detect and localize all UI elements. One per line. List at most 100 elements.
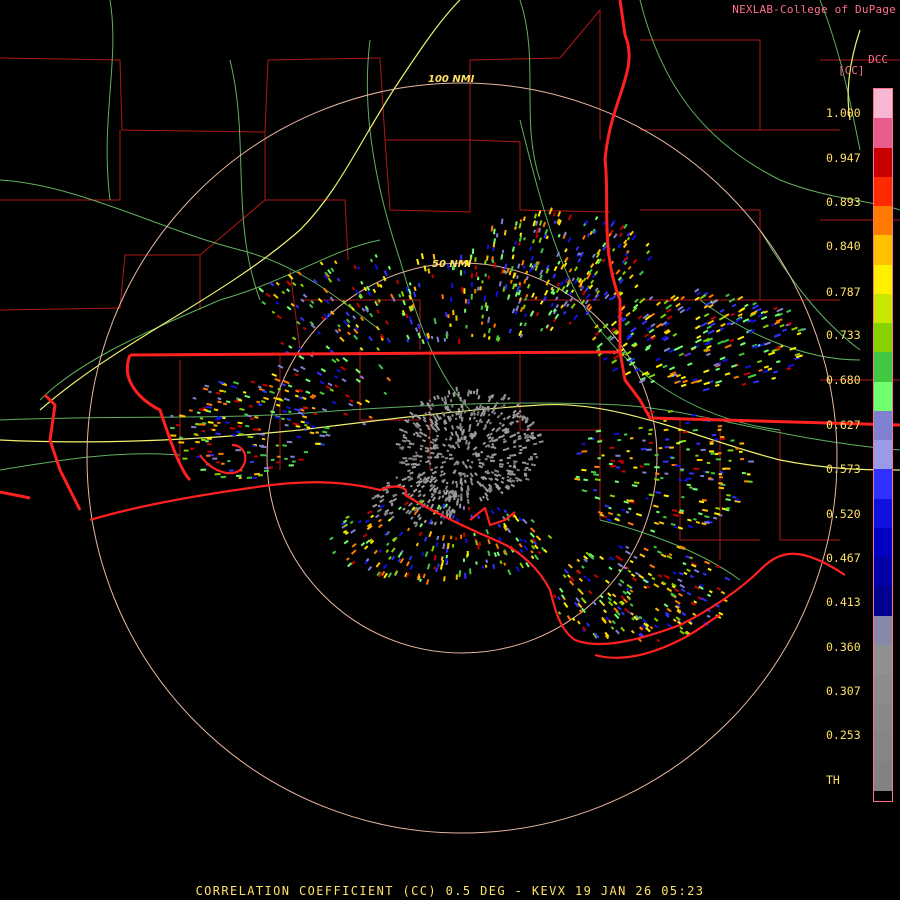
color-scale-segment [874,791,892,801]
radar-gate [708,477,712,480]
radar-gate [748,460,754,463]
radar-gate [662,460,669,463]
radar-gate [298,458,304,461]
radar-gate [463,435,466,441]
radar-gate [646,448,652,451]
radar-gate [254,455,259,458]
radar-gate [683,479,688,482]
radar-gate [427,459,430,462]
radar-gate [189,447,195,450]
radar-gate [727,449,734,452]
color-scale-segment [874,206,892,236]
radar-gate [277,455,281,458]
radar-gate [513,460,518,463]
color-scale-label: 0.573 [826,462,861,476]
station-code: DCC [868,53,888,66]
radar-gate [449,535,453,540]
color-scale-label: 0.627 [826,418,861,432]
radar-gate [715,458,722,461]
radar-gate [608,463,613,466]
radar-gate [705,471,710,474]
color-scale-segment [874,440,892,470]
radar-gate [447,314,450,319]
radar-gate [489,459,495,462]
radar-gate [418,455,423,458]
radar-gate [436,454,439,457]
radar-gate [465,325,468,329]
radar-gate [464,308,467,313]
radar-gate [513,462,516,465]
color-scale-segment [874,235,892,265]
radar-gate [643,463,650,466]
radar-gate [654,466,660,469]
radar-gate [629,457,633,460]
radar-gate [696,442,701,445]
radar-gate [461,430,464,436]
color-scale-segment [874,469,892,499]
radar-gate [715,453,719,456]
radar-gate [467,392,470,397]
radar-gate [461,404,464,409]
radar-gate [412,458,418,461]
radar-gate [528,468,532,472]
radar-gate [454,417,458,421]
color-scale-segment [874,674,892,704]
radar-gate [489,456,494,459]
radar-gate [461,472,464,476]
radar-gate [719,471,724,474]
radar-gate [474,257,477,263]
radar-gate [178,441,185,444]
radar-gate [449,323,452,327]
radar-gate [616,466,620,469]
radar-gate [642,471,647,474]
radar-gate [693,467,700,470]
radar-gate [461,408,464,412]
radar-gate [408,457,413,460]
radar-gate [466,550,469,557]
radar-gate [429,462,432,465]
radar-gate [193,433,198,436]
radar-gate [206,442,212,446]
radar-gate [458,471,461,475]
radar-gate [629,437,634,440]
radar-gate [270,458,275,461]
color-scale-label: 0.787 [826,285,861,299]
radar-gate [288,464,294,467]
radar-gate [464,572,467,579]
color-scale-segment [874,527,892,557]
radar-gate [282,444,287,447]
radar-gate [232,433,237,437]
radar-gate [509,454,514,457]
radar-gate [674,464,681,467]
radar-gate [528,458,533,461]
radar-gate [463,399,466,404]
radar-gate [714,438,719,441]
radar-gate [401,448,404,451]
radar-gate [195,441,200,444]
color-scale-label: 0.413 [826,595,861,609]
radar-gate [451,544,455,548]
color-scale-label: 0.307 [826,684,861,698]
radar-gate [458,426,461,430]
radar-gate [633,466,638,469]
radar-gate [463,288,466,294]
radar-gate [444,457,449,460]
radar-gate [460,493,463,498]
radar-gate [735,447,740,450]
radar-gate [459,270,462,276]
radar-gate [670,456,675,459]
radar-gate [526,462,529,465]
radar-gate [581,450,588,453]
radar-gate [415,454,419,457]
radar-gate [467,299,470,305]
radar-gate [402,457,408,460]
radar-gate [464,298,467,304]
radar-gate [746,473,751,476]
radar-gate [182,457,188,460]
color-scale-bar [873,88,893,802]
radar-gate [284,457,288,460]
radar-gate [461,416,464,420]
color-scale-label: 0.893 [826,195,861,209]
radar-gate [463,410,466,414]
radar-gate [206,454,211,457]
